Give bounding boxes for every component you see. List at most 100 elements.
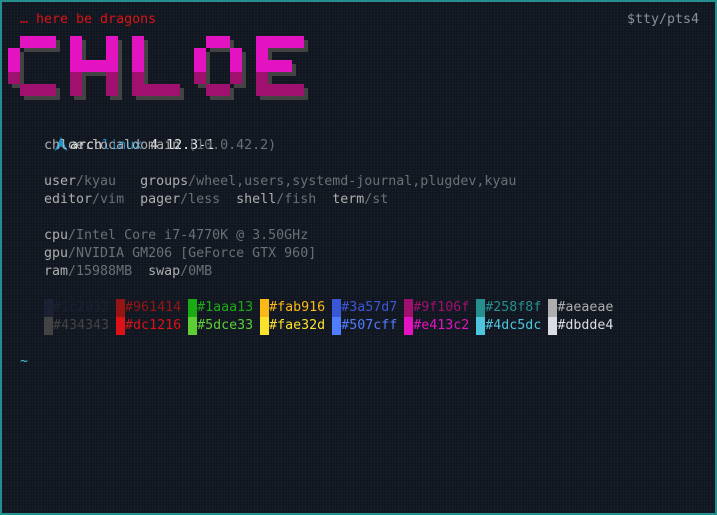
ip-address: (10.0.42.2)	[188, 138, 277, 153]
logo-pixel	[206, 36, 218, 48]
logo-pixel	[218, 84, 230, 96]
logo-pixel	[280, 60, 292, 72]
logo-pixel	[94, 60, 106, 72]
color-swatch	[44, 299, 53, 317]
shell-value: /fish	[276, 192, 317, 207]
logo-pixel	[194, 72, 206, 84]
color-hex-label: #258f8f	[485, 300, 542, 315]
color-hex-label: #aeaeae	[557, 300, 614, 315]
color-hex-label: #507cff	[341, 318, 398, 333]
color-hex-label: #e413c2	[413, 318, 470, 333]
gpu-line: gpu/NVIDIA GM206 [GeForce GTX 960]	[44, 245, 316, 263]
logo-pixel	[256, 60, 268, 72]
logo-pixel	[132, 48, 144, 60]
host-line: chloe.localdomain (10.0.42.2)	[44, 137, 276, 155]
logo-letter-l	[132, 36, 184, 100]
term-value: /st	[364, 192, 389, 207]
gpu-value: /NVIDIA GM206 [GeForce GTX 960]	[68, 246, 317, 261]
color-swatch	[260, 299, 270, 317]
logo-pixel	[70, 36, 82, 48]
palette-normal-4: #3a57d7	[332, 299, 397, 317]
color-hex-label: #1aaa13	[197, 300, 254, 315]
logo-pixel	[218, 36, 230, 48]
ram-key: ram	[44, 264, 69, 279]
palette-normal-3: #fab916	[260, 299, 325, 317]
color-swatch	[188, 299, 198, 317]
logo-pixel	[194, 48, 206, 60]
color-swatch	[188, 317, 198, 335]
logo-pixel	[32, 36, 44, 48]
shell-prompt[interactable]: ~	[20, 353, 28, 371]
logo-pixel	[280, 36, 292, 48]
color-hex-label: #fab916	[269, 300, 326, 315]
logo-pixel	[268, 84, 280, 96]
cpu-key: cpu	[44, 228, 69, 243]
logo-pixel	[230, 60, 242, 72]
swap-value: /0MB	[180, 264, 213, 279]
logo-pixel	[132, 36, 144, 48]
color-swatch	[548, 317, 558, 335]
logo-pixel	[8, 60, 20, 72]
logo-pixel	[256, 48, 268, 60]
color-swatch	[548, 299, 558, 317]
pager-key: pager	[140, 192, 181, 207]
groups-key: groups	[140, 174, 189, 189]
color-hex-label: #dc1216	[125, 318, 182, 333]
editor-value: /vim	[92, 192, 125, 207]
logo-pixel	[268, 60, 280, 72]
color-hex-label: #434343	[53, 318, 110, 333]
swap-key: swap	[148, 264, 181, 279]
shell-key: shell	[236, 192, 277, 207]
palette-bright-2: #5dce33	[188, 317, 253, 335]
color-swatch	[116, 317, 126, 335]
groups-value: /wheel,users,systemd-journal,plugdev,kya…	[188, 174, 517, 189]
palette-bright-6: #4dc5dc	[476, 317, 541, 335]
logo-pixel	[206, 84, 218, 96]
gpu-key: gpu	[44, 246, 69, 261]
motd-tagline: … here be dragons	[20, 12, 157, 27]
logo-pixel	[44, 36, 56, 48]
logo-pixel	[256, 36, 268, 48]
color-swatch	[476, 317, 486, 335]
user-key: user	[44, 174, 77, 189]
logo-pixel	[70, 84, 82, 96]
logo-pixel	[156, 84, 168, 96]
color-hex-label: #1c2032	[53, 300, 110, 315]
color-hex-label: #dbdde4	[557, 318, 614, 333]
palette-bright-7: #dbdde4	[548, 317, 613, 335]
palette-normal-5: #9f106f	[404, 299, 469, 317]
logo-pixel	[268, 36, 280, 48]
logo-letter-o	[194, 36, 246, 100]
logo-pixel	[256, 84, 268, 96]
cpu-value: /Intel Core i7-4770K @ 3.50GHz	[68, 228, 309, 243]
palette-normal-1: #961414	[116, 299, 181, 317]
palette-normal-7: #aeaeae	[548, 299, 613, 317]
cpu-line: cpu/Intel Core i7-4770K @ 3.50GHz	[44, 227, 308, 245]
color-swatch	[260, 317, 270, 335]
color-hex-label: #4dc5dc	[485, 318, 542, 333]
logo-pixel	[132, 84, 144, 96]
user-line: user/kyau groups/wheel,users,systemd-jou…	[44, 173, 516, 191]
palette-normal-6: #258f8f	[476, 299, 541, 317]
chloe-ascii-logo	[8, 36, 308, 100]
color-swatch	[476, 299, 486, 317]
logo-pixel	[106, 60, 118, 72]
color-hex-label: #961414	[125, 300, 182, 315]
logo-pixel	[70, 48, 82, 60]
palette-bright-4: #507cff	[332, 317, 397, 335]
logo-pixel	[8, 48, 20, 60]
logo-pixel	[44, 84, 56, 96]
logo-pixel	[106, 48, 118, 60]
color-swatch	[116, 299, 126, 317]
color-hex-label: #5dce33	[197, 318, 254, 333]
color-swatch	[44, 317, 53, 335]
logo-pixel	[106, 36, 118, 48]
terminal-window[interactable]: … here be dragons $tty/pts4 archlinux 4.…	[0, 0, 717, 515]
memory-line: ram/15988MB swap/0MB	[44, 263, 212, 281]
logo-pixel	[132, 60, 144, 72]
logo-pixel	[292, 84, 304, 96]
palette-normal-0: #1c2032	[44, 299, 109, 317]
logo-letter-e	[256, 36, 308, 100]
color-swatch	[404, 299, 414, 317]
logo-pixel	[144, 84, 156, 96]
